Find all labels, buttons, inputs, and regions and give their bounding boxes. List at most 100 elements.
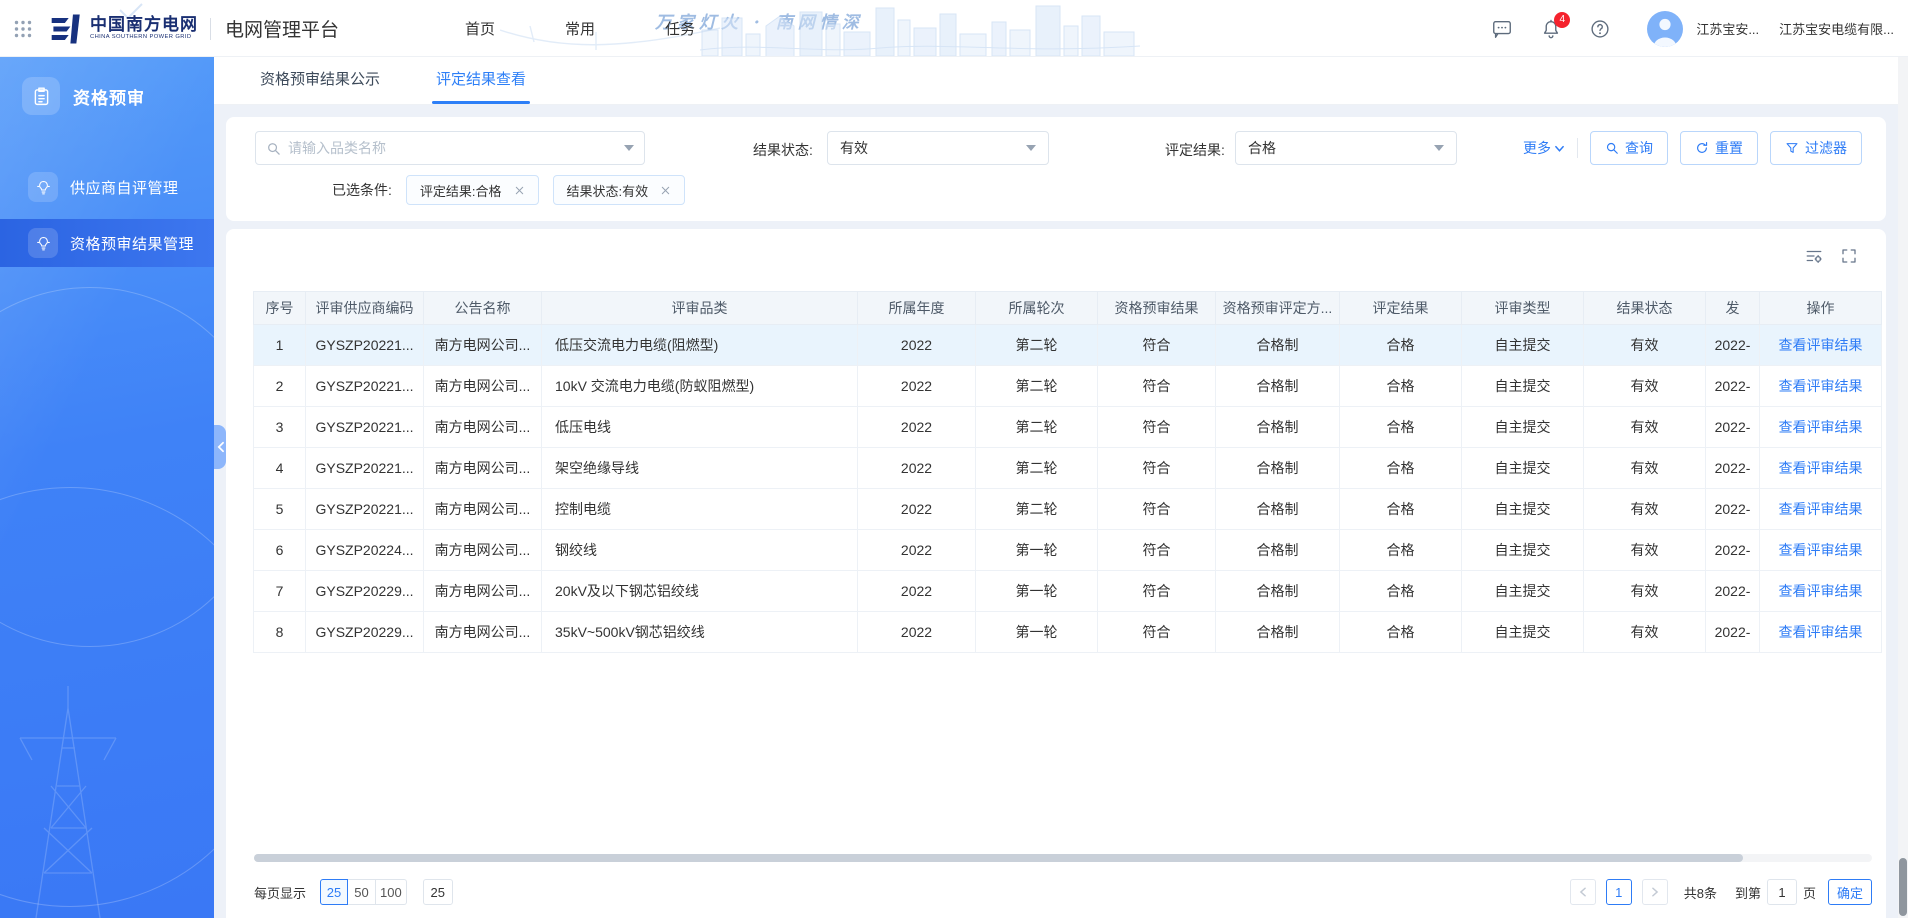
close-icon[interactable] [660, 185, 671, 196]
filter-button[interactable]: 过滤器 [1770, 131, 1862, 165]
sidebar-item-label: 资格预审结果管理 [70, 233, 194, 254]
page-size-controls: 每页显示 2550100 25 [254, 879, 453, 905]
view-result-link[interactable]: 查看评审结果 [1779, 378, 1863, 394]
status-select[interactable]: 有效 [827, 131, 1049, 165]
more-filters-link[interactable]: 更多 [1523, 138, 1565, 158]
query-button-label: 查询 [1625, 138, 1653, 158]
cell: 自主提交 [1462, 325, 1584, 366]
vertical-scrollbar-thumb[interactable] [1899, 858, 1907, 916]
table-row[interactable]: 2GYSZP20221...南方电网公司...10kV 交流电力电缆(防蚁阻燃型… [254, 366, 1882, 407]
cell: 2 [254, 366, 306, 407]
page-size-option[interactable]: 25 [320, 879, 348, 905]
avatar[interactable] [1647, 11, 1683, 47]
table-row[interactable]: 1GYSZP20221...南方电网公司...低压交流电力电缆(阻燃型)2022… [254, 325, 1882, 366]
filter-panel: 结果状态: 有效 评定结果: 合格 更多 查询 [226, 117, 1886, 221]
sidebar-item[interactable]: 资格预审结果管理 [0, 219, 214, 267]
results-panel: 序号评审供应商编码公告名称评审品类所属年度所属轮次资格预审结果资格预审评定方..… [226, 229, 1886, 918]
cell: 自主提交 [1462, 612, 1584, 653]
page-size-display[interactable]: 25 [423, 879, 453, 905]
filter-tag[interactable]: 评定结果:合格 [406, 175, 539, 205]
view-result-link[interactable]: 查看评审结果 [1779, 460, 1863, 476]
table-row[interactable]: 6GYSZP20224...南方电网公司...钢绞线2022第一轮符合合格制合格… [254, 530, 1882, 571]
cell: 合格 [1340, 366, 1462, 407]
page-size-option[interactable]: 50 [348, 879, 376, 905]
query-search-icon [1605, 141, 1619, 155]
sidebar-collapse-handle[interactable] [214, 425, 226, 469]
per-page-label: 每页显示 [254, 883, 306, 902]
cell: 南方电网公司... [424, 612, 542, 653]
cell: 2022 [858, 571, 976, 612]
view-result-link[interactable]: 查看评审结果 [1779, 337, 1863, 353]
cell: 2022 [858, 366, 976, 407]
tab[interactable]: 评定结果查看 [426, 57, 536, 104]
top-nav-item[interactable]: 常用 [565, 18, 595, 39]
column-header: 资格预审结果 [1098, 292, 1216, 325]
cell-action: 查看评审结果 [1760, 325, 1882, 366]
cell: 6 [254, 530, 306, 571]
chevron-down-icon [1554, 143, 1565, 154]
cell: 合格制 [1216, 489, 1340, 530]
table-row[interactable]: 4GYSZP20221...南方电网公司...架空绝缘导线2022第二轮符合合格… [254, 448, 1882, 489]
cell: GYSZP20221... [306, 366, 424, 407]
sidebar-item[interactable]: 供应商自评管理 [0, 163, 214, 211]
prev-page-button[interactable] [1570, 879, 1596, 905]
cell: 合格 [1340, 489, 1462, 530]
brand-name-en: CHINA SOUTHERN POWER GRID [90, 35, 198, 41]
result-select[interactable]: 合格 [1235, 131, 1457, 165]
cell: 2022 [858, 448, 976, 489]
company-name[interactable]: 江苏宝安电缆有限... [1779, 19, 1894, 38]
filter-tag[interactable]: 结果状态:有效 [553, 175, 686, 205]
page-size-group: 2550100 [320, 879, 407, 905]
next-page-button[interactable] [1642, 879, 1668, 905]
caret-down-icon [624, 145, 634, 151]
page-size-option[interactable]: 100 [376, 879, 407, 905]
goto-confirm-button[interactable]: 确定 [1828, 879, 1872, 905]
view-result-link[interactable]: 查看评审结果 [1779, 583, 1863, 599]
app-grid-icon[interactable] [14, 20, 32, 38]
goto-page: 到第 页 [1735, 879, 1816, 905]
brand-logo: 中国南方电网 CHINA SOUTHERN POWER GRID [50, 12, 198, 46]
view-result-link[interactable]: 查看评审结果 [1779, 624, 1863, 640]
cell: 南方电网公司... [424, 530, 542, 571]
category-search-combobox[interactable] [255, 131, 645, 165]
main-content: 资格预审结果公示评定结果查看 结果状态: 有效 评定结果: 合格 更多 [214, 57, 1898, 918]
user-name[interactable]: 江苏宝安... [1696, 19, 1759, 38]
help-icon[interactable] [1589, 18, 1611, 40]
horizontal-scrollbar-thumb[interactable] [254, 854, 1743, 862]
top-nav-item[interactable]: 任务 [665, 18, 695, 39]
view-result-link[interactable]: 查看评审结果 [1779, 542, 1863, 558]
top-nav-item[interactable]: 首页 [465, 18, 495, 39]
filter-funnel-icon [1785, 141, 1799, 155]
fullscreen-icon[interactable] [1840, 247, 1858, 265]
column-header: 操作 [1760, 292, 1882, 325]
column-header: 公告名称 [424, 292, 542, 325]
cell: GYSZP20221... [306, 325, 424, 366]
goto-page-input[interactable] [1767, 879, 1797, 905]
cell: 自主提交 [1462, 530, 1584, 571]
view-result-link[interactable]: 查看评审结果 [1779, 501, 1863, 517]
cell: 2022- [1706, 366, 1760, 407]
header-divider [210, 18, 211, 40]
cell: 有效 [1584, 612, 1706, 653]
close-icon[interactable] [514, 185, 525, 196]
view-result-link[interactable]: 查看评审结果 [1779, 419, 1863, 435]
table-settings-icon[interactable] [1805, 247, 1823, 265]
results-table: 序号评审供应商编码公告名称评审品类所属年度所属轮次资格预审结果资格预审评定方..… [253, 291, 1882, 653]
cell-action: 查看评审结果 [1760, 530, 1882, 571]
table-row[interactable]: 8GYSZP20229...南方电网公司...35kV~500kV钢芯铝绞线20… [254, 612, 1882, 653]
cell: 控制电缆 [542, 489, 858, 530]
reset-button[interactable]: 重置 [1680, 131, 1758, 165]
table-row[interactable]: 5GYSZP20221...南方电网公司...控制电缆2022第二轮符合合格制合… [254, 489, 1882, 530]
cell: 2022- [1706, 407, 1760, 448]
cell: GYSZP20221... [306, 489, 424, 530]
message-icon[interactable] [1491, 18, 1513, 40]
current-page-button[interactable]: 1 [1606, 879, 1632, 905]
bell-icon[interactable]: 4 [1540, 18, 1562, 40]
category-search-input[interactable] [288, 140, 624, 156]
tab[interactable]: 资格预审结果公示 [250, 57, 390, 104]
cell: 合格制 [1216, 407, 1340, 448]
table-row[interactable]: 3GYSZP20221...南方电网公司...低压电线2022第二轮符合合格制合… [254, 407, 1882, 448]
table-row[interactable]: 7GYSZP20229...南方电网公司...20kV及以下钢芯铝绞线2022第… [254, 571, 1882, 612]
sidebar: 资格预审 供应商自评管理资格预审结果管理 [0, 57, 214, 918]
query-button[interactable]: 查询 [1590, 131, 1668, 165]
